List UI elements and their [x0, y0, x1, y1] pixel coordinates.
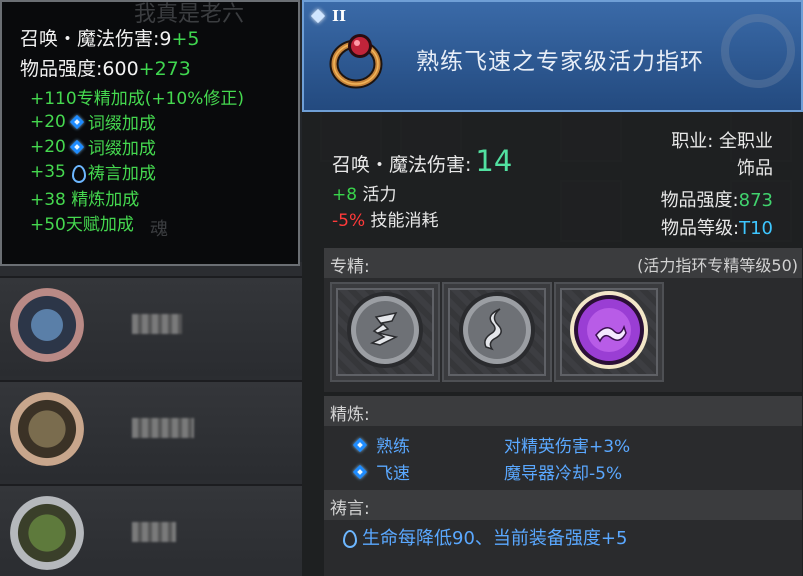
bonus-value: +20 [30, 136, 66, 157]
refine-diamond-icon [352, 437, 368, 453]
bonus-mastery: +110专精加成(+10%修正) [30, 84, 244, 109]
strength-label: 物品强度: [660, 190, 739, 211]
bonus-text: 词缀加成 [87, 114, 156, 134]
bonus-text: +38 精炼加成 [30, 190, 140, 210]
inventory-row[interactable] [0, 380, 302, 480]
prayer-title: 祷言: [330, 499, 370, 519]
tier-star-icon [308, 6, 328, 26]
tier-badge: II [308, 6, 346, 26]
item-level: 物品等级:T10 [661, 214, 773, 240]
bonus-affix: +20 词缀加成 [30, 109, 156, 135]
stat-label: 物品强度: [20, 58, 103, 80]
tier-text: II [332, 7, 347, 25]
mastery-note: (活力指环专精等级50) [637, 256, 798, 275]
item-thumbnail [10, 392, 84, 466]
prayer-header: 祷言: [324, 490, 802, 520]
prayer-flame-icon [69, 163, 86, 183]
refine-name: 飞速 [376, 464, 410, 484]
main-stat-value: 14 [475, 144, 513, 178]
bonus-text: +50天赋加成 [30, 215, 134, 235]
level-label: 物品等级: [661, 218, 740, 239]
main-stat: 召唤・魔法伤害: 14 [332, 144, 512, 178]
bonus-value: +35 [30, 161, 66, 182]
bonus-refine: +38 精炼加成 [30, 185, 139, 210]
bonus-text: 祷言加成 [87, 164, 156, 184]
mastery-slot-2[interactable] [442, 282, 552, 382]
item-thumbnail [10, 288, 84, 362]
inventory-row[interactable] [0, 276, 302, 376]
strength-value: 873 [738, 190, 773, 211]
mastery-slot-3[interactable] [554, 282, 664, 382]
stat-label: 召唤・魔法伤害: [20, 28, 160, 50]
ghost-soul: 魂 [150, 219, 168, 240]
level-value: T10 [739, 218, 773, 239]
mastery-title: 专精: [330, 257, 370, 277]
stat-base: 600 [102, 58, 139, 80]
purple-rune-icon [570, 291, 648, 369]
ring-item-icon [329, 34, 383, 89]
affix-diamond-icon [69, 114, 85, 130]
bonus-text: +110专精加成(+10%修正) [30, 89, 244, 109]
prayer-flame-icon [340, 528, 357, 548]
refine-title: 精炼: [330, 405, 370, 425]
bonus-text: 词缀加成 [87, 139, 156, 159]
mastery-slot-1[interactable] [330, 282, 440, 382]
blurred-item-name [132, 314, 182, 334]
bonus-prayer: +35 祷言加成 [30, 159, 156, 185]
silver-rune-e-icon [347, 292, 423, 368]
item-header: II 熟练飞速之专家级活力指环 [302, 0, 803, 112]
item-name: 熟练飞速之专家级活力指环 [416, 49, 704, 75]
blurred-item-name [132, 522, 176, 542]
silver-rune-wave-icon [459, 292, 535, 368]
prayer-row: 生命每降低90、当前装备强度+5 [340, 524, 627, 550]
inventory-row[interactable] [0, 484, 302, 576]
stat-base: 9 [159, 28, 172, 50]
refine-row: 飞速 魔导器冷却-5% [352, 459, 622, 484]
blurred-item-name [132, 418, 194, 438]
stat-plus: +5 [171, 28, 200, 50]
class-info: 职业: 全职业 饰品 [671, 128, 773, 182]
bonus-value: +20 [30, 111, 66, 132]
compare-tooltip: 我真是老六 魂 召唤・魔法伤害:9+5 物品强度:600+273 +110专精加… [0, 0, 300, 266]
refine-effect: 对精英伤害+3% [504, 437, 631, 457]
inventory-list [0, 262, 302, 576]
class-label: 职业: 全职业 [671, 131, 773, 152]
main-stat-label: 召唤・魔法伤害: [332, 154, 472, 176]
item-tooltip: II 熟练飞速之专家级活力指环 召唤・魔法伤害: 14 +8 活力 -5% 技能… [302, 0, 803, 576]
ghost-ring-icon [721, 14, 795, 88]
item-strength: 物品强度:873 [661, 186, 773, 212]
slot-label: 饰品 [737, 158, 773, 179]
sub-stat-skill-cost: -5% 技能消耗 [332, 206, 439, 231]
prayer-text: 生命每降低90、当前装备强度+5 [362, 528, 628, 549]
stat-plus: +273 [138, 58, 191, 80]
refine-effect: 魔导器冷却-5% [504, 464, 623, 484]
mastery-header: 专精: (活力指环专精等级50) [324, 248, 802, 278]
sub-stat-label: 技能消耗 [370, 211, 439, 231]
sub-stat-label: 活力 [362, 185, 397, 205]
game-screen: 我真是老六 魂 召唤・魔法伤害:9+5 物品强度:600+273 +110专精加… [0, 0, 803, 576]
compare-strength-line: 物品强度:600+273 [20, 54, 191, 81]
compare-damage-line: 召唤・魔法伤害:9+5 [20, 24, 200, 51]
bonus-affix: +20 词缀加成 [30, 134, 156, 160]
sub-stat-vitality: +8 活力 [332, 180, 396, 205]
refine-row: 熟练 对精英伤害+3% [352, 432, 630, 457]
item-thumbnail [10, 496, 84, 570]
bonus-talent: +50天赋加成 [30, 210, 134, 235]
refine-diamond-icon [352, 464, 368, 480]
affix-diamond-icon [69, 139, 85, 155]
sub-stat-value: +8 [332, 185, 358, 205]
refine-name: 熟练 [376, 437, 410, 457]
sub-stat-value: -5% [332, 211, 366, 231]
refine-header: 精炼: [324, 396, 802, 426]
